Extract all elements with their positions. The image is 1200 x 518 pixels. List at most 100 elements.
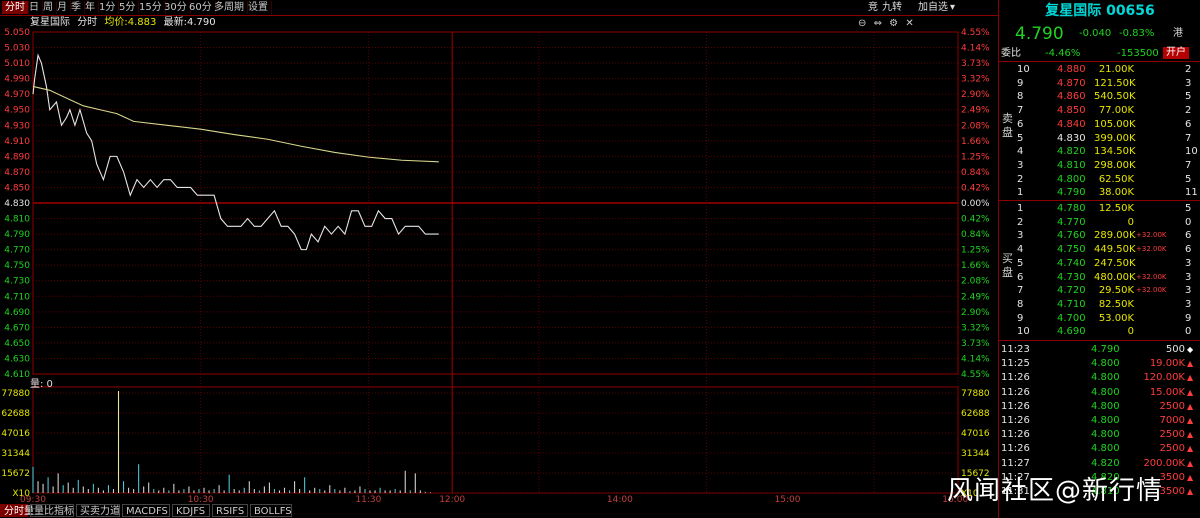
- pct-tick-label: 1.66%: [961, 137, 990, 147]
- volume-tick-label-right: 77880: [961, 389, 990, 399]
- bid-volume-change: +32.00K: [1136, 231, 1167, 240]
- bid-price: 4.720: [1057, 285, 1086, 297]
- ask-row: 4 4.820 134.50K 10: [999, 145, 1200, 158]
- ask-volume: 105.00K: [1094, 118, 1136, 130]
- ask-row: 6 4.840 105.00K 6: [999, 118, 1200, 131]
- price-tick-label: 4.990: [4, 75, 30, 85]
- ask-count: 6: [1185, 118, 1192, 130]
- volume-label: 量: 0: [30, 379, 53, 390]
- ask-volume: 399.00K: [1094, 132, 1136, 144]
- pct-tick-label: 0.84%: [961, 168, 990, 178]
- trade-tick-row: 11:26 4.800 2500 ▲: [999, 442, 1200, 455]
- price-tick-label: 4.770: [4, 246, 30, 256]
- ask-price: 4.790: [1057, 187, 1086, 199]
- open-account-button[interactable]: 开户: [1163, 47, 1189, 59]
- bid-price: 4.750: [1057, 244, 1086, 256]
- bid-volume: 53.00K: [1098, 312, 1134, 324]
- period-tab-12[interactable]: 设置: [245, 1, 272, 14]
- toolbar-right-item-2[interactable]: 加自选: [918, 1, 948, 14]
- indicator-tab-5[interactable]: RSIFS: [212, 504, 248, 517]
- price-tick-label: 4.910: [4, 137, 30, 147]
- ask-count: 5: [1185, 91, 1192, 103]
- period-tab-0[interactable]: 分时: [2, 1, 29, 14]
- pct-tick-label: 0.42%: [961, 215, 990, 225]
- tick-time: 11:26: [1001, 429, 1030, 441]
- indicator-tab-6[interactable]: BOLLFS: [250, 504, 292, 517]
- tick-volume: 200.00K: [1143, 457, 1185, 469]
- ask-price: 4.810: [1057, 159, 1086, 171]
- price-tick-label: 4.670: [4, 323, 30, 333]
- trade-tick-row: 11:26 4.800 15.00K ▲: [999, 386, 1200, 399]
- bid-row: 7 4.720 29.50K +32.00K 3: [999, 284, 1200, 297]
- tick-price: 4.800: [1091, 443, 1120, 455]
- pct-tick-label: 3.32%: [961, 75, 990, 85]
- toolbar-right-item-0[interactable]: 竞: [868, 1, 878, 14]
- ask-price: 4.870: [1057, 77, 1086, 89]
- bid-level: 10: [1017, 326, 1030, 338]
- ask-volume: 77.00K: [1098, 105, 1134, 117]
- weibi-pct: -4.46%: [1045, 48, 1081, 59]
- tick-time: 11:25: [1001, 358, 1030, 370]
- ask-price: 4.850: [1057, 105, 1086, 117]
- tick-volume: 15.00K: [1149, 386, 1185, 398]
- volume-tick-label: 77880: [1, 389, 30, 399]
- bid-volume: 0: [1127, 326, 1134, 338]
- ask-count: 11: [1185, 187, 1198, 199]
- tick-direction-icon: ▲: [1187, 472, 1194, 482]
- pct-tick-label: 2.90%: [961, 308, 990, 318]
- tick-price: 4.820: [1091, 457, 1120, 469]
- tick-volume: 2500: [1159, 443, 1185, 455]
- ask-count: 7: [1185, 132, 1192, 144]
- price-tick-label: 4.810: [4, 215, 30, 225]
- tick-volume: 2500: [1159, 400, 1185, 412]
- price-tick-label: 4.850: [4, 183, 30, 193]
- indicator-tab-3[interactable]: MACDFS: [122, 504, 170, 517]
- indicator-tab-0[interactable]: 分时量: [0, 504, 34, 517]
- bid-count: 3: [1185, 257, 1192, 269]
- pct-tick-label: 2.08%: [961, 277, 990, 287]
- pct-tick-label: 3.73%: [961, 59, 990, 69]
- bid-volume: 480.00K: [1094, 271, 1136, 283]
- bid-level: 8: [1017, 298, 1024, 310]
- tick-direction-icon: ▲: [1187, 430, 1194, 440]
- ask-price: 4.860: [1057, 91, 1086, 103]
- indicator-tab-2[interactable]: 买卖力道: [76, 504, 120, 517]
- ask-volume: 62.50K: [1098, 173, 1134, 185]
- tick-direction-icon: ▲: [1187, 401, 1194, 411]
- bid-level: 4: [1017, 244, 1024, 256]
- pct-tick-label: 3.32%: [961, 323, 990, 333]
- ask-volume: 540.50K: [1094, 91, 1136, 103]
- indicator-tab-1[interactable]: 量比指标: [30, 504, 74, 517]
- pct-tick-label: 2.49%: [961, 292, 990, 302]
- ask-level: 9: [1017, 77, 1024, 89]
- chevron-down-icon[interactable]: ▾: [950, 1, 955, 14]
- bid-count: 6: [1185, 230, 1192, 242]
- bid-count: 0: [1185, 326, 1192, 338]
- pct-tick-label: 4.55%: [961, 370, 990, 380]
- period-tab-11[interactable]: 多周期: [211, 1, 248, 14]
- bid-price: 4.760: [1057, 230, 1086, 242]
- weibi-row: 委比 -4.46% -153500 开户: [999, 47, 1200, 60]
- tick-time: 11:26: [1001, 415, 1030, 426]
- toolbar-right-item-1[interactable]: 九转: [882, 1, 902, 14]
- watermark: 风闻社区@新行情: [947, 476, 1164, 506]
- price-line: [32, 53, 439, 251]
- indicator-tab-4[interactable]: KDJFS: [172, 504, 210, 517]
- tick-direction-icon: ▲: [1187, 373, 1194, 383]
- ask-price: 4.840: [1057, 118, 1086, 130]
- tick-time: 11:26: [1001, 400, 1030, 412]
- pct-tick-label: 0.84%: [961, 230, 990, 240]
- bid-row: 3 4.760 289.00K +32.00K 6: [999, 229, 1200, 242]
- price-tick-label: 4.610: [4, 370, 30, 380]
- ask-volume: 134.50K: [1094, 146, 1136, 158]
- bid-row: 4 4.750 449.50K +32.00K 6: [999, 243, 1200, 256]
- tick-price: 4.790: [1091, 344, 1120, 355]
- price-tick-label: 4.790: [4, 230, 30, 240]
- bid-count: 0: [1185, 216, 1192, 228]
- ask-volume: 38.00K: [1098, 187, 1134, 199]
- price-tick-label: 5.050: [4, 28, 30, 38]
- bid-row: 8 4.710 82.50K 3: [999, 298, 1200, 311]
- ask-row: 3 4.810 298.00K 7: [999, 159, 1200, 172]
- ask-row: 7 4.850 77.00K 2: [999, 104, 1200, 117]
- ask-row: 1 4.790 38.00K 11: [999, 186, 1200, 199]
